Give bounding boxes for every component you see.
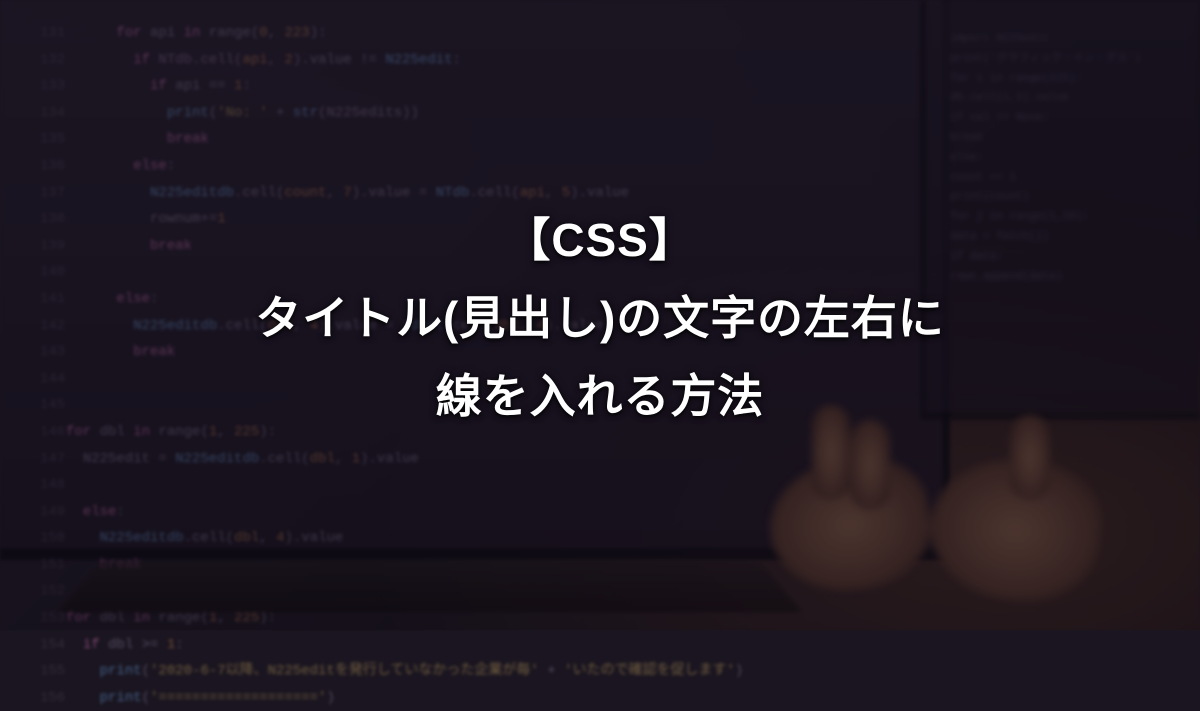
title-line-1: 【CSS】 [504, 204, 695, 270]
title-line-3: 線を入れる方法 [436, 360, 764, 426]
title-line-2: タイトル(見出し)の文字の左右に [255, 282, 944, 348]
title-container: 【CSS】 タイトル(見出し)の文字の左右に 線を入れる方法 [0, 0, 1200, 630]
